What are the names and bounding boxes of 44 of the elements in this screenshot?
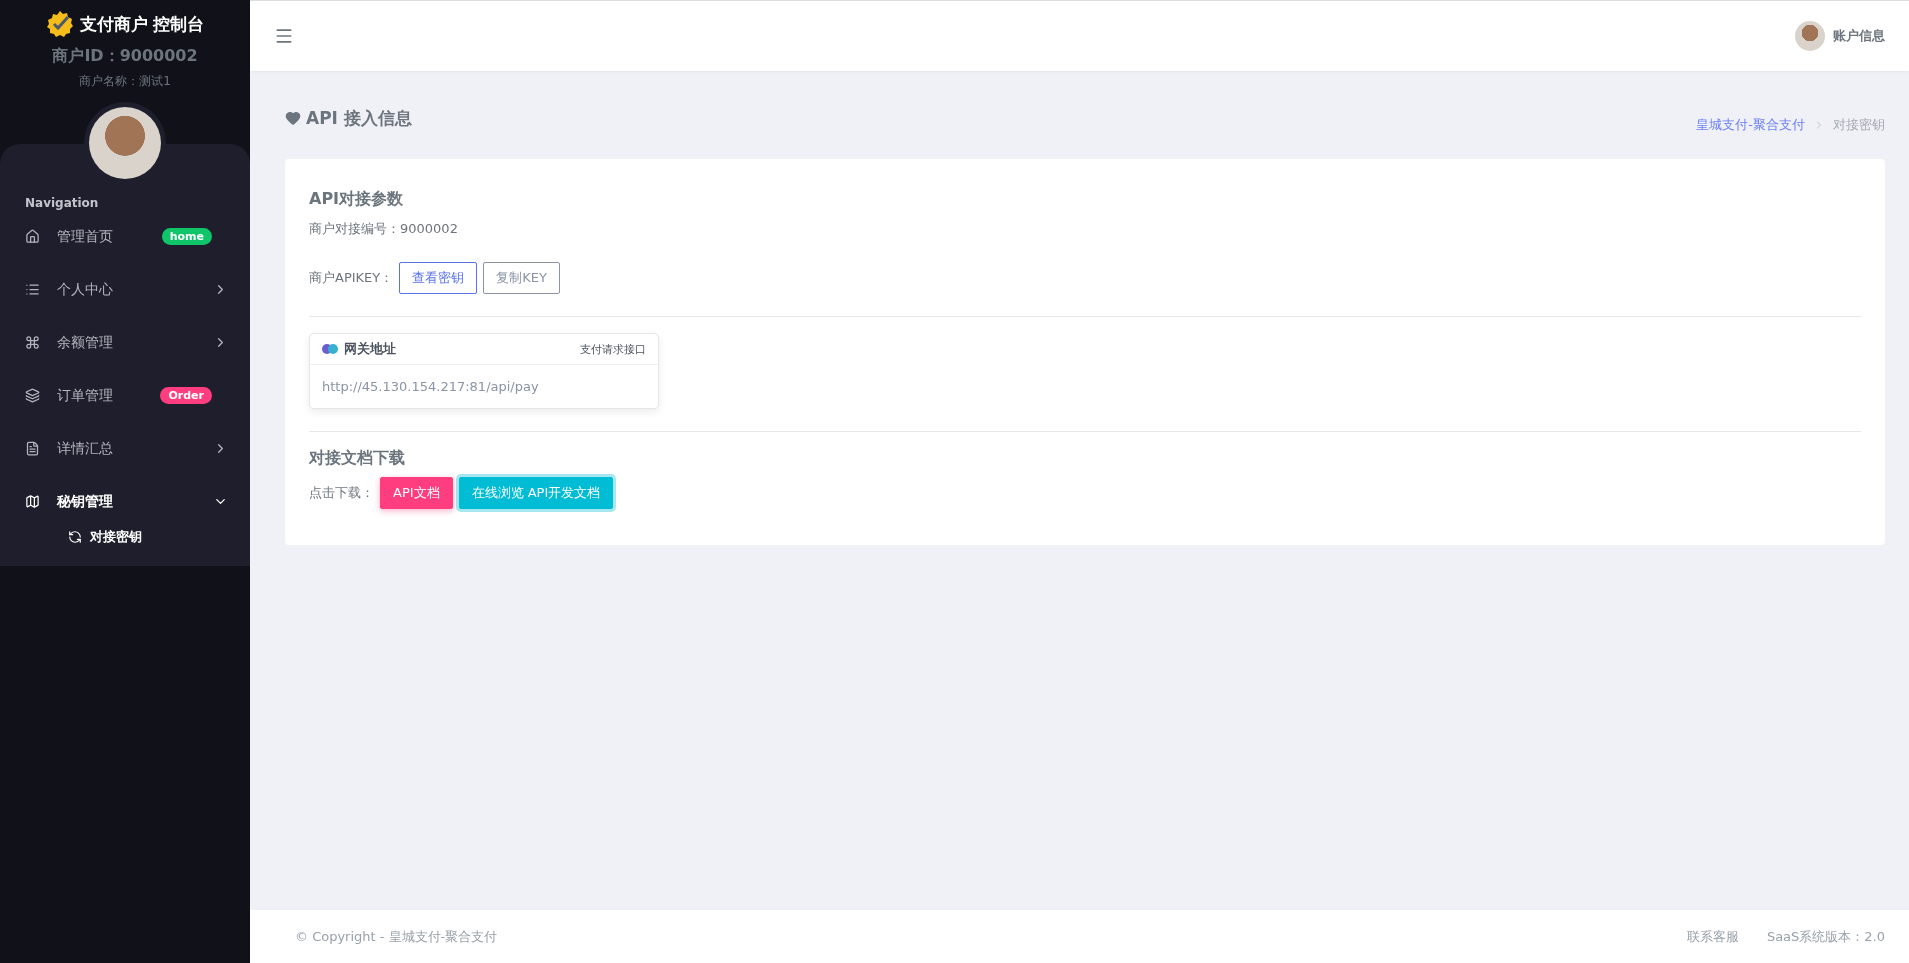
nav-heading: Navigation	[24, 196, 100, 210]
breadcrumb-link[interactable]: 皇城支付-聚合支付	[1696, 116, 1805, 134]
badge-check-logo-icon	[45, 10, 74, 38]
merchant-name: 商户名称：测试1	[79, 73, 171, 90]
section-heading: 对接文档下载	[309, 448, 406, 469]
sidebar-item[interactable]: 个人中心	[0, 263, 250, 316]
menu-item-icon	[25, 282, 40, 297]
breadcrumb-current: 对接密钥	[1833, 116, 1885, 134]
menu-item-icon	[25, 494, 40, 509]
menu-item-icon	[25, 441, 40, 456]
sidebar-item[interactable]: 详情汇总	[0, 422, 250, 475]
toggle-dots-icon	[322, 344, 338, 354]
page-title-text: API 接入信息	[306, 106, 412, 130]
merchant-number: 商户对接编号：9000002	[309, 220, 459, 238]
gateway-note: 支付请求接口	[580, 341, 646, 357]
sidebar-item[interactable]: 秘钥管理	[0, 475, 250, 528]
submenu-item[interactable]: 对接密钥	[0, 528, 250, 556]
key-button[interactable]: 复制KEY	[483, 262, 560, 294]
gateway-title: 网关地址	[344, 340, 397, 358]
menu-item-icon	[25, 335, 40, 350]
avatar-photo-placeholder	[89, 107, 161, 179]
sidebar-item[interactable]: 余额管理	[0, 316, 250, 369]
merchant-id: 商户ID：9000002	[52, 46, 198, 67]
copyright-text: © Copyright - 皇城支付-聚合支付	[295, 927, 498, 946]
menu-badge: Order	[160, 387, 212, 404]
footer-link[interactable]: 联系客服	[1686, 927, 1739, 946]
brand-title: 支付商户 控制台	[79, 12, 205, 36]
sidebar-item[interactable]: 订单管理 Order	[0, 369, 250, 422]
refresh-icon	[68, 530, 82, 544]
download-label: 点击下载：	[309, 484, 374, 502]
section-heading: API对接参数	[309, 189, 405, 210]
gateway-url: http://45.130.154.217:81/api/pay	[321, 378, 540, 396]
sidebar-item[interactable]: 管理首页 home	[0, 210, 250, 263]
menu-badge: home	[161, 228, 212, 245]
account-link[interactable]: 账户信息	[1833, 27, 1885, 45]
menu-item-icon	[25, 229, 40, 244]
menu-icon[interactable]	[274, 26, 294, 46]
key-button[interactable]: 查看密钥	[399, 262, 478, 294]
doc-button[interactable]: API文档	[380, 477, 453, 509]
heart-icon	[285, 110, 301, 126]
avatar-photo-placeholder	[1795, 21, 1825, 51]
footer-link[interactable]: SaaS系统版本：2.0	[1766, 927, 1885, 946]
apikey-label: 商户APIKEY：	[309, 269, 394, 287]
menu-item-icon	[25, 388, 40, 403]
